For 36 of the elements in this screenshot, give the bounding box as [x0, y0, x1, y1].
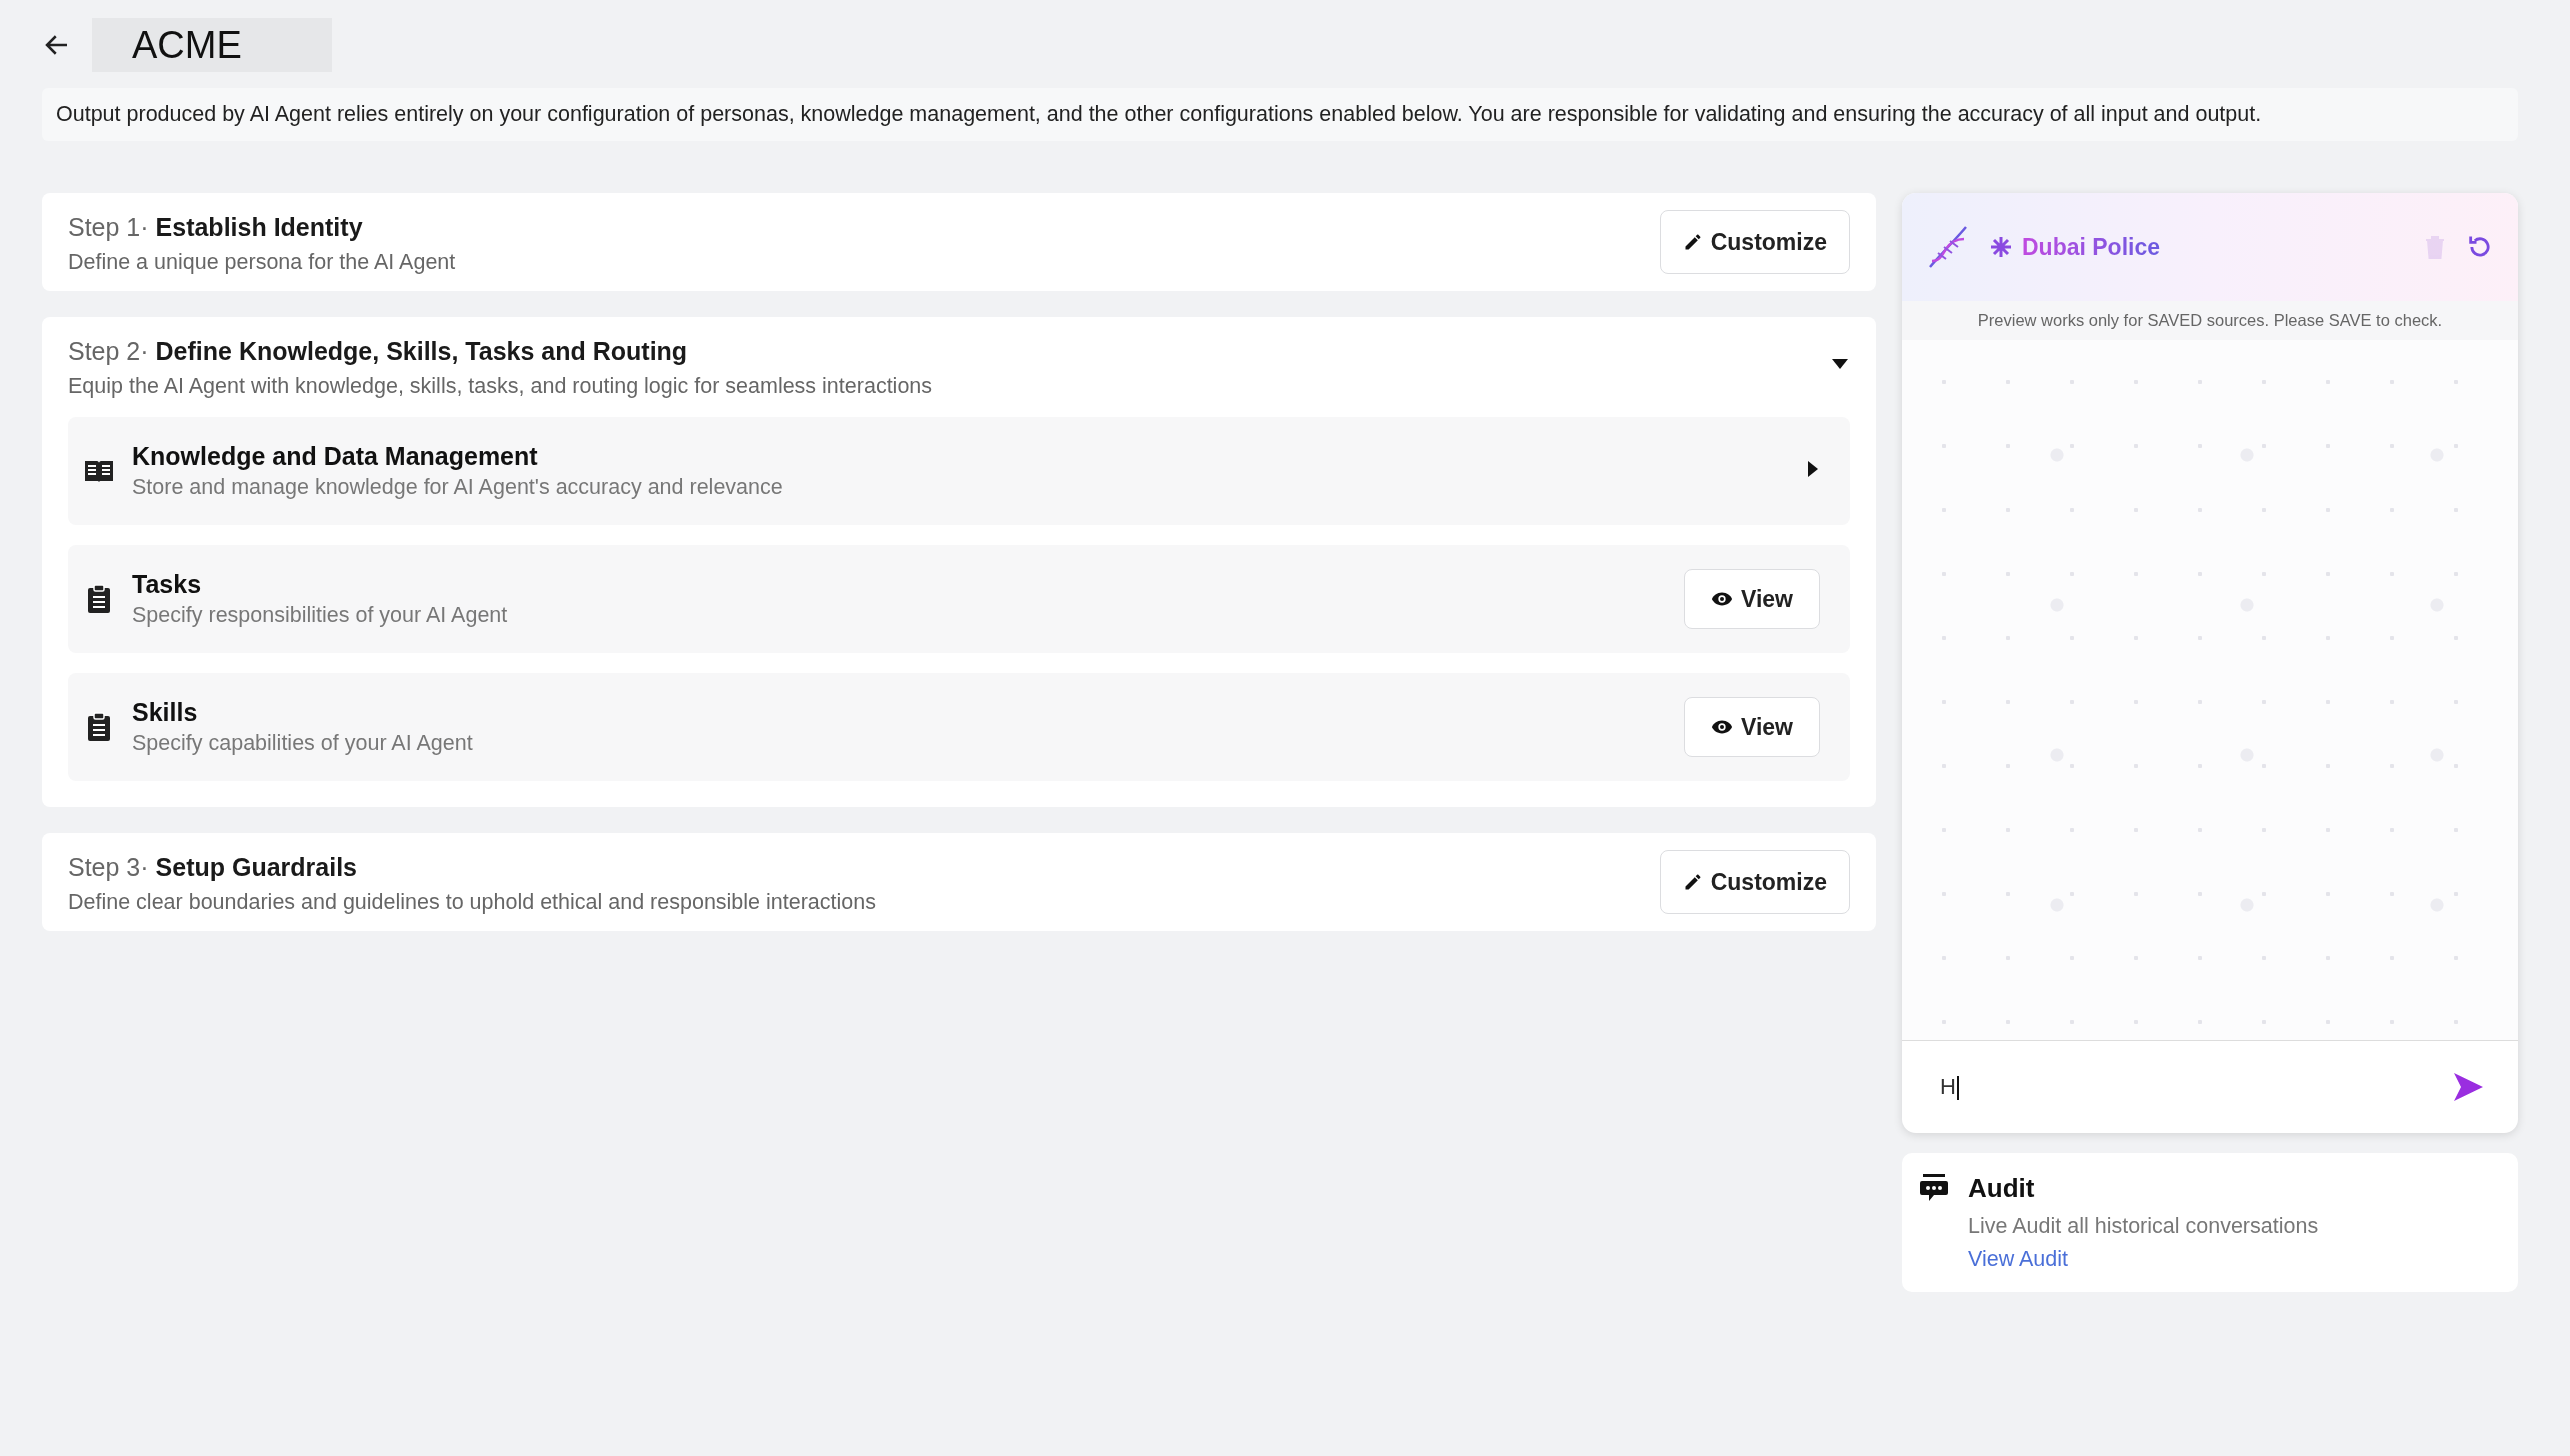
audit-title: Audit — [1968, 1173, 2036, 1204]
agent-title: ACME — [92, 18, 332, 72]
customize-button[interactable]: Customize — [1659, 210, 1850, 274]
step-number: Step 3· — [68, 853, 149, 881]
step-number: Step 2· — [68, 337, 149, 365]
sparkle-icon — [1990, 236, 2012, 258]
item-description: Specify responsibilities of your AI Agent — [132, 603, 509, 628]
item-description: Store and manage knowledge for AI Agent's accuracy and relevance — [132, 475, 784, 500]
item-description: Specify capabilities of your AI Agent — [132, 731, 474, 756]
view-button[interactable]: View — [1684, 569, 1820, 629]
book-icon — [84, 459, 114, 483]
caret-down-icon[interactable] — [1830, 357, 1850, 371]
item-title: Tasks — [132, 570, 203, 599]
item-title: Skills — [132, 698, 199, 727]
customize-button[interactable]: Customize — [1659, 850, 1850, 914]
item-title: Knowledge and Data Management — [132, 442, 539, 471]
step-description: Equip the AI Agent with knowledge, skills, tasks, and routing logic for seamless interactions — [68, 374, 933, 399]
caret-right-icon[interactable] — [1806, 459, 1820, 479]
step-description: Define clear boundaries and guidelines to uphold ethical and responsible interactions — [68, 890, 876, 915]
step-description: Define a unique persona for the AI Agent — [68, 250, 456, 275]
eye-icon — [1711, 591, 1733, 607]
clipboard-icon — [87, 712, 111, 742]
clipboard-icon — [87, 584, 111, 614]
step-title: Establish Identity — [155, 213, 363, 241]
view-button[interactable]: View — [1684, 697, 1820, 757]
view-audit-link[interactable]: View Audit — [1968, 1247, 2068, 1272]
step-number: Step 1· — [68, 213, 149, 241]
send-icon[interactable] — [2452, 1072, 2484, 1102]
step-title: Define Knowledge, Skills, Tasks and Routing — [155, 337, 688, 365]
eye-icon — [1711, 719, 1733, 735]
chat-history-icon — [1920, 1173, 1948, 1203]
disclaimer-text: Output produced by AI Agent relies entirely on your configuration of personas, knowledge management, and the other configurations enabled below. You are responsible for validating and ensuring the accuracy of all input and output. — [42, 88, 2518, 141]
step-title: Setup Guardrails — [155, 853, 357, 881]
message-input[interactable]: H — [1902, 1040, 2518, 1133]
preview-notice: Preview works only for SAVED sources. Please SAVE to check. — [1902, 301, 2518, 340]
audit-description: Live Audit all historical conversations — [1968, 1214, 2319, 1239]
